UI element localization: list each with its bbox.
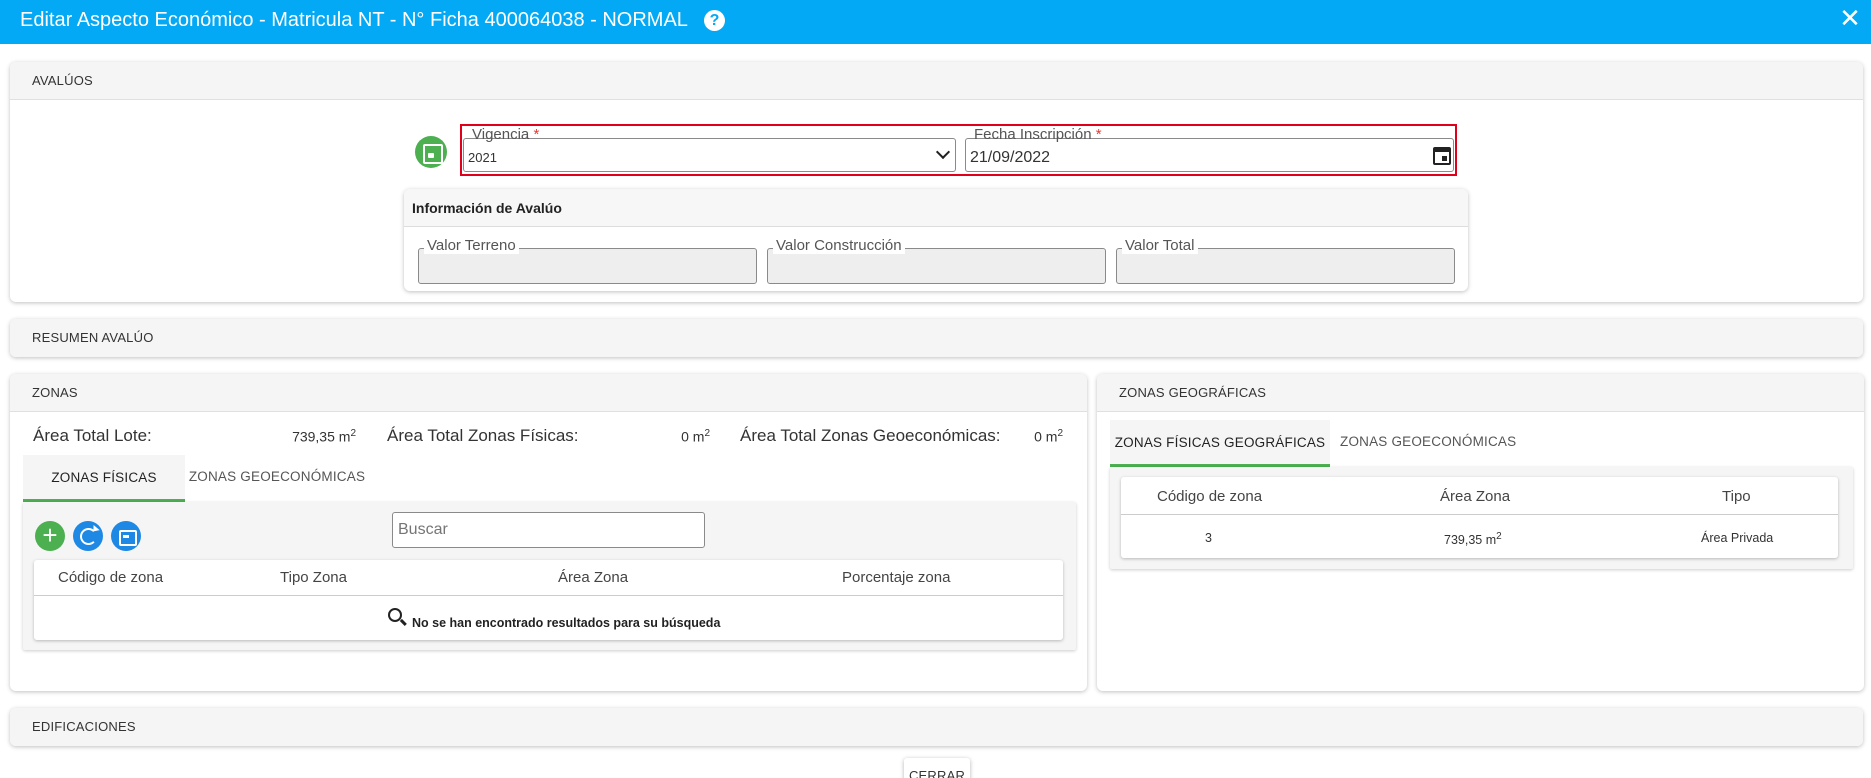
close-icon[interactable]: ✕ (1837, 5, 1863, 31)
col-porcentaje-zona[interactable]: Porcentaje zona (842, 569, 950, 586)
avaluos-header[interactable]: AVALÚOS (10, 62, 1863, 100)
resumen-avaluo-panel[interactable]: RESUMEN AVALÚO (10, 319, 1863, 357)
info-avaluo-title: Información de Avalúo (404, 189, 1468, 227)
area-zonas-geo-value: 0 m2 (1034, 428, 1063, 445)
area-zonas-geo-label: Área Total Zonas Geoeconómicas: (740, 426, 1001, 445)
empty-results-message: No se han encontrado resultados para su … (412, 616, 721, 630)
valor-construccion-field: Valor Construcción (767, 237, 1106, 284)
refresh-button[interactable] (73, 521, 103, 551)
area-total-lote-value: 739,35 m2 (292, 428, 356, 445)
valor-construccion-label: Valor Construcción (773, 237, 905, 254)
col-area-zona[interactable]: Área Zona (558, 569, 628, 586)
valor-terreno-label: Valor Terreno (424, 237, 519, 254)
dialog-title: Editar Aspecto Económico - Matricula NT … (20, 9, 688, 31)
cerrar-button[interactable]: CERRAR (904, 758, 970, 778)
vigencia-value: 2021 (468, 150, 497, 165)
valor-total-label: Valor Total (1122, 237, 1198, 254)
geo-table-header-divider (1121, 514, 1838, 515)
edificaciones-header[interactable]: EDIFICACIONES (10, 708, 1863, 746)
resumen-avaluo-header[interactable]: RESUMEN AVALÚO (10, 319, 1863, 357)
zonas-geograficas-header[interactable]: ZONAS GEOGRÁFICAS (1097, 374, 1864, 412)
geo-col-area-zona[interactable]: Área Zona (1440, 488, 1510, 505)
geo-cell-codigo: 3 (1205, 531, 1212, 545)
search-input[interactable] (392, 512, 705, 548)
calendar-icon[interactable] (1433, 147, 1451, 165)
save-icon[interactable] (415, 136, 447, 168)
geo-cell-tipo: Área Privada (1701, 531, 1774, 545)
vigencia-select[interactable]: Vigencia * 2021 (463, 126, 956, 172)
area-zonas-fisicas-value: 0 m2 (681, 428, 710, 445)
table-header-divider (34, 595, 1063, 596)
col-tipo-zona[interactable]: Tipo Zona (280, 569, 347, 586)
area-zonas-fisicas-label: Área Total Zonas Físicas: (387, 426, 579, 445)
tab-zonas-fisicas-geograficas[interactable]: ZONAS FÍSICAS GEOGRÁFICAS (1110, 420, 1330, 467)
area-total-lote-label: Área Total Lote: (33, 426, 152, 445)
fecha-inscripcion-field[interactable]: Fecha Inscripción * 21/09/2022 (965, 126, 1454, 172)
geo-col-codigo-zona[interactable]: Código de zona (1157, 488, 1262, 505)
archive-button[interactable] (111, 521, 141, 551)
valor-terreno-field: Valor Terreno (418, 237, 757, 284)
edificaciones-panel[interactable]: EDIFICACIONES (10, 708, 1863, 746)
dialog-titlebar: Editar Aspecto Económico - Matricula NT … (0, 0, 1871, 44)
tab-zonas-geoeconomicas[interactable]: ZONAS GEOECONÓMICAS (185, 455, 369, 499)
vigencia-label: Vigencia * (472, 126, 540, 143)
fecha-inscripcion-value: 21/09/2022 (970, 149, 1051, 166)
tab-zonas-fisicas[interactable]: ZONAS FÍSICAS (23, 455, 185, 502)
geo-col-tipo[interactable]: Tipo (1722, 488, 1751, 505)
add-zone-button[interactable]: + (35, 521, 65, 551)
zonas-header[interactable]: ZONAS (10, 374, 1087, 412)
col-codigo-zona[interactable]: Código de zona (58, 569, 163, 586)
geo-cell-area: 739,35 m2 (1444, 531, 1502, 548)
search-icon (388, 608, 402, 622)
help-icon[interactable]: ? (704, 10, 725, 31)
valor-total-field: Valor Total (1116, 237, 1455, 284)
tab-zonas-geoeconomicas-geograficas[interactable]: ZONAS GEOECONÓMICAS GEOGRÁF... (1330, 420, 1590, 493)
fecha-inscripcion-label: Fecha Inscripción * (974, 126, 1102, 143)
